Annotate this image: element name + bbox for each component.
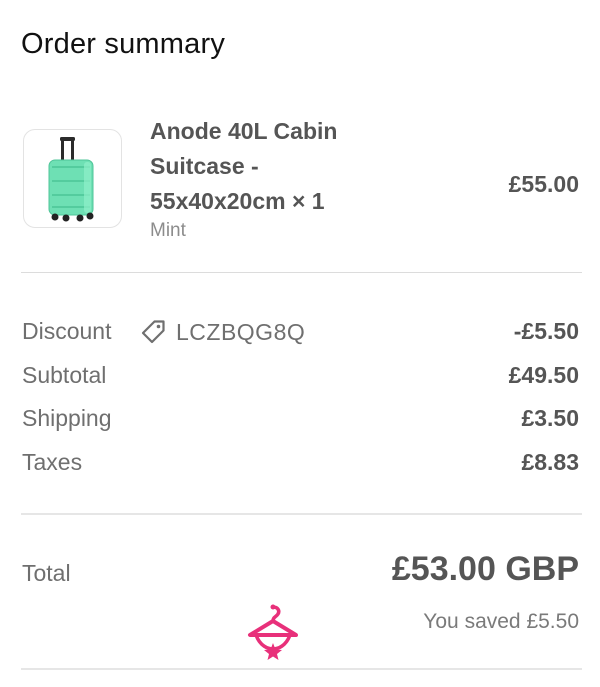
subtotal-value: £49.50: [508, 362, 579, 388]
product-name-line-1: Anode 40L Cabin: [150, 118, 338, 144]
shipping-value: £3.50: [521, 405, 579, 431]
savings-text: You saved £5.50: [423, 610, 579, 633]
product-name: Anode 40L Cabin Suitcase - 55x40x20cm × …: [150, 114, 410, 219]
product-name-line-2: Suitcase -: [150, 153, 259, 179]
discount-value: -£5.50: [513, 318, 579, 344]
divider: [21, 513, 582, 515]
product-thumbnail: [23, 129, 122, 228]
shipping-label: Shipping: [22, 405, 112, 431]
divider: [21, 668, 582, 670]
page-title: Order summary: [21, 28, 226, 60]
order-summary-panel: Order summary Anode 40L Cabin Suitcase -…: [0, 0, 600, 687]
discount-label: Discount: [22, 318, 112, 344]
suitcase-icon: [48, 137, 94, 222]
product-price: £55.00: [508, 171, 579, 197]
product-name-line-3: 55x40x20cm × 1: [150, 188, 325, 214]
product-variant: Mint: [150, 220, 186, 241]
discount-code: LCZBQG8Q: [139, 318, 305, 346]
discount-code-text: LCZBQG8Q: [176, 318, 306, 345]
taxes-value: £8.83: [521, 449, 579, 475]
taxes-label: Taxes: [22, 449, 83, 475]
tag-icon: [141, 320, 165, 344]
divider: [21, 272, 582, 273]
hanger-logo-icon: [248, 604, 298, 660]
total-value: £53.00 GBP: [391, 550, 579, 588]
subtotal-label: Subtotal: [22, 362, 107, 388]
total-label: Total: [22, 560, 71, 586]
